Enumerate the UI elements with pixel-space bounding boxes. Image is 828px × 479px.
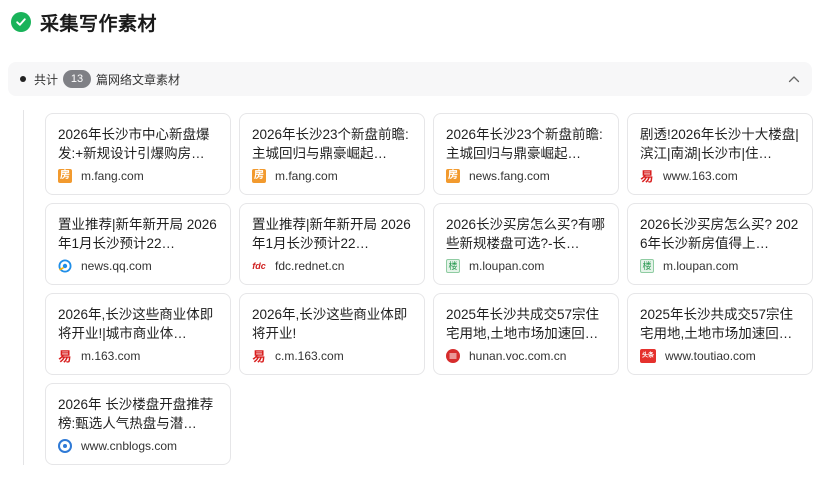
article-source-domain: hunan.voc.com.cn — [469, 349, 567, 363]
check-circle-icon — [11, 12, 31, 32]
summary-suffix: 篇网络文章素材 — [96, 72, 181, 87]
article-title: 剧透!2026年长沙十大楼盘|滨江|南湖|长沙市|住… — [640, 127, 799, 161]
article-source-domain: www.toutiao.com — [665, 349, 756, 363]
article-source-domain: m.163.com — [81, 349, 141, 363]
article-source-domain: m.loupan.com — [469, 259, 545, 273]
article-source: 头条 www.toutiao.com — [640, 348, 756, 364]
article-title: 2026年,长沙这些商业体即将开业!|城市商业体… — [58, 307, 214, 341]
toutiao-icon: 头条 — [640, 349, 656, 363]
article-source-domain: m.fang.com — [81, 169, 144, 183]
tree-connector-line — [23, 110, 24, 465]
article-source: 楼 m.loupan.com — [446, 258, 544, 274]
article-title: 2026长沙买房怎么买?有哪些新规楼盘可选?-长… — [446, 217, 606, 251]
article-source-domain: m.loupan.com — [663, 259, 739, 273]
fang-icon: 房 — [58, 169, 72, 183]
voc-icon — [446, 349, 460, 363]
page-header: 采集写作素材 — [11, 9, 157, 35]
netease-icon: 易 — [252, 348, 266, 364]
article-card[interactable]: 2025年长沙共成交57宗住宅用地,土地市场加速回… 头条 www.toutiao.… — [627, 293, 813, 375]
article-source-domain: news.qq.com — [81, 259, 152, 273]
article-card[interactable]: 2026年 长沙楼盘开盘推荐榜:甄选人气热盘与潜… www.cnblogs.com — [45, 383, 231, 465]
article-source: fdc fdc.rednet.cn — [252, 258, 344, 274]
article-source-domain: www.163.com — [663, 169, 738, 183]
article-card[interactable]: 2025年长沙共成交57宗住宅用地,土地市场加速回… hunan.voc.com.… — [433, 293, 619, 375]
article-card[interactable]: 2026年,长沙这些商业体即将开业! 易 c.m.163.com — [239, 293, 425, 375]
article-title: 2025年长沙共成交57宗住宅用地,土地市场加速回… — [446, 307, 600, 341]
article-card[interactable]: 置业推荐|新年新开局 2026年1月长沙预计22… fdc fdc.rednet.c… — [239, 203, 425, 285]
article-source: news.qq.com — [58, 258, 152, 274]
article-source: 易 c.m.163.com — [252, 348, 344, 364]
article-title: 2026年,长沙这些商业体即将开业! — [252, 307, 408, 341]
bullet-dot-icon — [20, 76, 26, 82]
article-card[interactable]: 2026年长沙23个新盘前瞻:主城回归与鼎豪崛起… 房 news.fang.com — [433, 113, 619, 195]
article-card[interactable]: 2026年长沙23个新盘前瞻:主城回归与鼎豪崛起… 房 m.fang.com — [239, 113, 425, 195]
loupan-icon: 楼 — [446, 259, 460, 273]
article-title: 2026年 长沙楼盘开盘推荐榜:甄选人气热盘与潜… — [58, 397, 214, 431]
article-source: 易 m.163.com — [58, 348, 140, 364]
article-card[interactable]: 2026年长沙市中心新盘爆发:+新规设计引爆购房… 房 m.fang.com — [45, 113, 231, 195]
page-title: 采集写作素材 — [40, 13, 158, 35]
article-title: 2026年长沙市中心新盘爆发:+新规设计引爆购房… — [58, 127, 210, 161]
article-title: 2026长沙买房怎么买? 2026年长沙新房值得上… — [640, 217, 799, 251]
tencent-news-icon — [58, 259, 72, 273]
count-badge: 13 — [63, 70, 92, 88]
article-source-domain: c.m.163.com — [275, 349, 344, 363]
fang-icon: 房 — [252, 169, 266, 183]
netease-icon: 易 — [640, 168, 654, 184]
article-title: 置业推荐|新年新开局 2026年1月长沙预计22… — [58, 217, 217, 251]
article-source: www.cnblogs.com — [58, 438, 177, 454]
article-card[interactable]: 2026年,长沙这些商业体即将开业!|城市商业体… 易 m.163.com — [45, 293, 231, 375]
article-card[interactable]: 剧透!2026年长沙十大楼盘|滨江|南湖|长沙市|住… 易 www.163.com — [627, 113, 813, 195]
article-title: 2026年长沙23个新盘前瞻:主城回归与鼎豪崛起… — [252, 127, 409, 161]
chevron-up-icon[interactable] — [786, 71, 802, 87]
rednet-icon: fdc — [252, 260, 266, 271]
cnblogs-icon — [58, 439, 72, 453]
summary-prefix: 共计 — [34, 72, 59, 87]
article-card[interactable]: 2026长沙买房怎么买?有哪些新规楼盘可选?-长… 楼 m.loupan.com — [433, 203, 619, 285]
article-title: 置业推荐|新年新开局 2026年1月长沙预计22… — [252, 217, 411, 251]
article-source-domain: m.fang.com — [275, 169, 338, 183]
netease-icon: 易 — [58, 348, 72, 364]
article-card[interactable]: 置业推荐|新年新开局 2026年1月长沙预计22… news.qq.com — [45, 203, 231, 285]
article-source: 房 m.fang.com — [58, 168, 144, 184]
article-source: 易 www.163.com — [640, 168, 738, 184]
article-source: 楼 m.loupan.com — [640, 258, 738, 274]
loupan-icon: 楼 — [640, 259, 654, 273]
article-card[interactable]: 2026长沙买房怎么买? 2026年长沙新房值得上… 楼 m.loupan.com — [627, 203, 813, 285]
article-source: hunan.voc.com.cn — [446, 348, 566, 364]
article-source: 房 news.fang.com — [446, 168, 550, 184]
article-source: 房 m.fang.com — [252, 168, 338, 184]
summary-bar[interactable]: 共计 13 篇网络文章素材 — [8, 62, 812, 96]
article-source-domain: news.fang.com — [469, 169, 550, 183]
article-source-domain: www.cnblogs.com — [81, 439, 178, 453]
fang-icon: 房 — [446, 169, 460, 183]
article-title: 2025年长沙共成交57宗住宅用地,土地市场加速回… — [640, 307, 794, 341]
article-source-domain: fdc.rednet.cn — [275, 259, 345, 273]
article-title: 2026年长沙23个新盘前瞻:主城回归与鼎豪崛起… — [446, 127, 603, 161]
